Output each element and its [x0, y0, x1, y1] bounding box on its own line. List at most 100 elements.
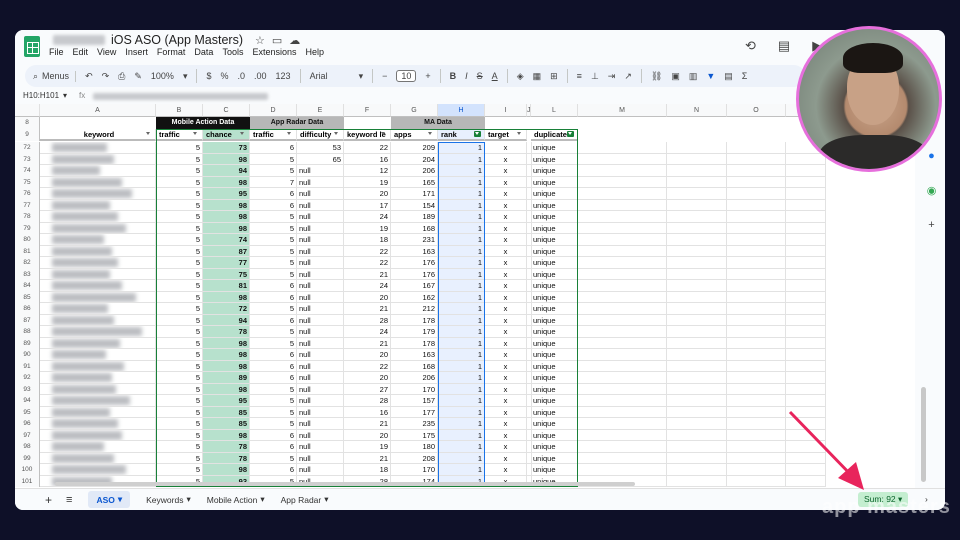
cell-g[interactable]: 178	[391, 314, 438, 326]
cell-i[interactable]: x	[485, 406, 527, 418]
empty-cell[interactable]	[667, 349, 727, 361]
cell-e[interactable]: 53	[297, 142, 344, 154]
menu-item-help[interactable]: Help	[305, 47, 324, 57]
empty-cell[interactable]	[727, 142, 786, 154]
empty-cell[interactable]	[727, 441, 786, 453]
row-number[interactable]: 90	[15, 349, 40, 361]
row-number[interactable]: 87	[15, 314, 40, 326]
cell-f[interactable]: 19	[344, 222, 391, 234]
row-number[interactable]: 92	[15, 372, 40, 384]
column-header-n[interactable]: N	[667, 104, 727, 117]
empty-cell[interactable]	[786, 222, 826, 234]
align-horizontal-icon[interactable]: ≡	[577, 71, 582, 81]
keyword-cell[interactable]	[40, 314, 156, 326]
empty-cell[interactable]	[727, 234, 786, 246]
empty-cell[interactable]	[667, 406, 727, 418]
header-cell-difficulty[interactable]: difficulty	[297, 129, 344, 141]
empty-cell[interactable]	[578, 464, 667, 476]
cell-c[interactable]: 98	[203, 222, 250, 234]
cell-e[interactable]: null	[297, 349, 344, 361]
cell-g[interactable]: 162	[391, 291, 438, 303]
cell-i[interactable]: x	[485, 176, 527, 188]
cell-c[interactable]: 98	[203, 291, 250, 303]
empty-cell[interactable]	[578, 406, 667, 418]
font-size-minus-icon[interactable]: −	[382, 71, 387, 81]
cell-e[interactable]: null	[297, 176, 344, 188]
sheet-tab-chevron-icon[interactable]: ▾	[324, 494, 328, 505]
history-icon[interactable]: ⟲	[745, 38, 756, 54]
empty-cell[interactable]	[667, 395, 727, 407]
keyword-cell[interactable]	[40, 429, 156, 441]
empty-cell[interactable]	[786, 280, 826, 292]
cell-f[interactable]: 21	[344, 452, 391, 464]
cell-d[interactable]: 5	[250, 153, 297, 165]
cell-f[interactable]: 28	[344, 395, 391, 407]
cell-l[interactable]: unique	[531, 326, 578, 338]
cell-b[interactable]: 5	[156, 429, 203, 441]
cell-d[interactable]: 5	[250, 222, 297, 234]
cell-d[interactable]: 7	[250, 176, 297, 188]
align-vertical-icon[interactable]: ⊥	[591, 71, 599, 82]
add-sheet-icon[interactable]: +	[45, 493, 52, 507]
cell-i[interactable]: x	[485, 349, 527, 361]
cell-b[interactable]: 5	[156, 142, 203, 154]
empty-cell[interactable]	[667, 464, 727, 476]
cell-h[interactable]: 1	[438, 142, 485, 154]
filter-active-icon[interactable]	[567, 131, 574, 137]
keyword-cell[interactable]	[40, 153, 156, 165]
sheet-tab-chevron-icon[interactable]: ▾	[118, 494, 122, 505]
empty-cell[interactable]	[667, 245, 727, 257]
cell-h[interactable]: 1	[438, 441, 485, 453]
empty-cell[interactable]	[727, 464, 786, 476]
empty-cell[interactable]	[578, 326, 667, 338]
empty-cell[interactable]	[578, 360, 667, 372]
cell-l[interactable]: unique	[531, 452, 578, 464]
cell-l[interactable]: unique	[531, 176, 578, 188]
empty-cell[interactable]	[786, 418, 826, 430]
keyword-cell[interactable]	[40, 406, 156, 418]
merge-cells-icon[interactable]: ⊞	[550, 71, 558, 82]
empty-cell[interactable]	[667, 441, 727, 453]
keyword-cell[interactable]	[40, 234, 156, 246]
keyword-cell[interactable]	[40, 349, 156, 361]
cell-l[interactable]: unique	[531, 395, 578, 407]
cell-c[interactable]: 78	[203, 441, 250, 453]
cell-f[interactable]: 24	[344, 280, 391, 292]
cell-d[interactable]: 5	[250, 245, 297, 257]
empty-cell[interactable]	[786, 464, 826, 476]
cell-f[interactable]: 28	[344, 314, 391, 326]
column-header-h[interactable]: H	[438, 104, 485, 117]
cell-e[interactable]: null	[297, 234, 344, 246]
row-number[interactable]: 85	[15, 291, 40, 303]
cell-l[interactable]: unique	[531, 418, 578, 430]
empty-cell[interactable]	[578, 429, 667, 441]
empty-cell[interactable]	[578, 395, 667, 407]
empty-cell[interactable]	[727, 326, 786, 338]
cell-d[interactable]: 5	[250, 452, 297, 464]
empty-cell[interactable]	[786, 441, 826, 453]
all-sheets-icon[interactable]: ≡	[66, 494, 72, 506]
row-number[interactable]: 76	[15, 188, 40, 200]
cell-l[interactable]: unique	[531, 245, 578, 257]
empty-cell[interactable]	[786, 314, 826, 326]
cell-f[interactable]: 12	[344, 165, 391, 177]
cell-b[interactable]: 5	[156, 268, 203, 280]
text-wrap-icon[interactable]: ⇥	[608, 71, 616, 82]
column-header-f[interactable]: F	[344, 104, 391, 117]
cell-l[interactable]: unique	[531, 291, 578, 303]
cell-g[interactable]: 209	[391, 142, 438, 154]
cell-i[interactable]: x	[485, 464, 527, 476]
cell-i[interactable]: x	[485, 211, 527, 223]
cell-e[interactable]: null	[297, 452, 344, 464]
cell-f[interactable]: 20	[344, 372, 391, 384]
empty-cell[interactable]	[786, 326, 826, 338]
empty-cell[interactable]	[667, 280, 727, 292]
keyword-cell[interactable]	[40, 372, 156, 384]
cell-g[interactable]: 235	[391, 418, 438, 430]
empty-cell[interactable]	[786, 475, 826, 487]
empty-cell[interactable]	[667, 337, 727, 349]
empty-cell[interactable]	[667, 176, 727, 188]
cell-h[interactable]: 1	[438, 245, 485, 257]
insert-link-icon[interactable]: ⛓	[651, 71, 662, 82]
fill-color-icon[interactable]: ◈	[517, 71, 524, 82]
